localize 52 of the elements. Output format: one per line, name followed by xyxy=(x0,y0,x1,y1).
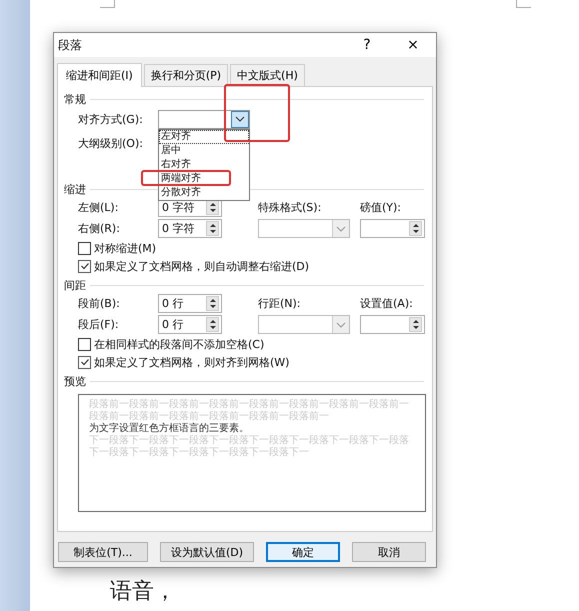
field-label: 设置值(A): xyxy=(360,296,414,311)
spinner-icon[interactable] xyxy=(409,317,422,332)
field-label: 对齐方式(G): xyxy=(78,112,144,126)
field-label: 行距(N): xyxy=(258,296,302,311)
alignment-dropdown[interactable] xyxy=(158,110,250,128)
tab[interactable]: 缩进和间距(I) xyxy=(57,63,142,87)
dialog-button[interactable]: 取消 xyxy=(352,542,426,562)
dialog-button[interactable]: 设为默认值(D) xyxy=(160,542,254,562)
document-text: 语音， xyxy=(110,578,176,606)
checkbox-label: 在相同样式的段落间不添加空格(C) xyxy=(94,336,264,352)
section-heading: 缩进 xyxy=(64,182,86,196)
list-option[interactable]: 右对齐 xyxy=(159,158,249,172)
spin-field[interactable]: 0 行 xyxy=(158,315,222,334)
spin-field[interactable] xyxy=(360,219,425,238)
close-button[interactable]: × xyxy=(390,37,436,53)
highlight-box xyxy=(224,84,290,142)
field-label: 左侧(L): xyxy=(78,200,120,215)
spin-field[interactable] xyxy=(360,315,425,334)
field-label: 段后(F): xyxy=(78,317,120,332)
field-label: 段前(B): xyxy=(78,296,121,311)
field-label: 特殊格式(S): xyxy=(258,200,322,215)
spinner-icon[interactable] xyxy=(206,200,219,215)
list-option[interactable]: 两端对齐 xyxy=(159,172,249,186)
checkbox[interactable] xyxy=(78,242,91,254)
preview-text: 为文字设置红色方框语言的三要素。 xyxy=(89,423,250,434)
spinner-icon[interactable] xyxy=(206,296,219,311)
checkbox-label: 如果定义了文档网格，则自动调整右缩进(D) xyxy=(94,258,310,274)
checkbox[interactable] xyxy=(78,338,91,350)
checkbox-label: 对称缩进(M) xyxy=(94,240,156,256)
field-label: 右侧(R): xyxy=(78,221,121,236)
checkbox[interactable] xyxy=(78,356,91,368)
dialog-button[interactable]: 确定 xyxy=(266,542,340,562)
list-option[interactable]: 居中 xyxy=(159,144,249,158)
field-label: 大纲级别(O): xyxy=(78,136,144,150)
spin-field[interactable]: 0 字符 xyxy=(158,219,222,238)
dialog-button[interactable]: 制表位(T)... xyxy=(58,542,148,562)
help-button[interactable]: ? xyxy=(344,37,390,53)
list-option[interactable]: 左对齐 xyxy=(159,130,249,144)
section-heading: 常规 xyxy=(64,92,86,106)
tab[interactable]: 换行和分页(P) xyxy=(144,64,228,86)
checkbox-label: 如果定义了文档网格，则对齐到网格(W) xyxy=(94,354,290,370)
list-option[interactable]: 分散对齐 xyxy=(159,186,249,200)
spinner-icon[interactable] xyxy=(206,221,219,236)
tab[interactable]: 中文版式(H) xyxy=(230,64,305,86)
spinner-icon[interactable] xyxy=(409,221,422,236)
window-title: 段落 xyxy=(58,36,83,54)
spin-field[interactable]: 0 行 xyxy=(158,294,222,313)
spinner-icon[interactable] xyxy=(206,317,219,332)
section-heading: 预览 xyxy=(64,374,86,388)
field-label: 磅值(Y): xyxy=(360,200,402,215)
checkbox[interactable] xyxy=(78,260,91,272)
section-heading: 间距 xyxy=(64,278,86,292)
